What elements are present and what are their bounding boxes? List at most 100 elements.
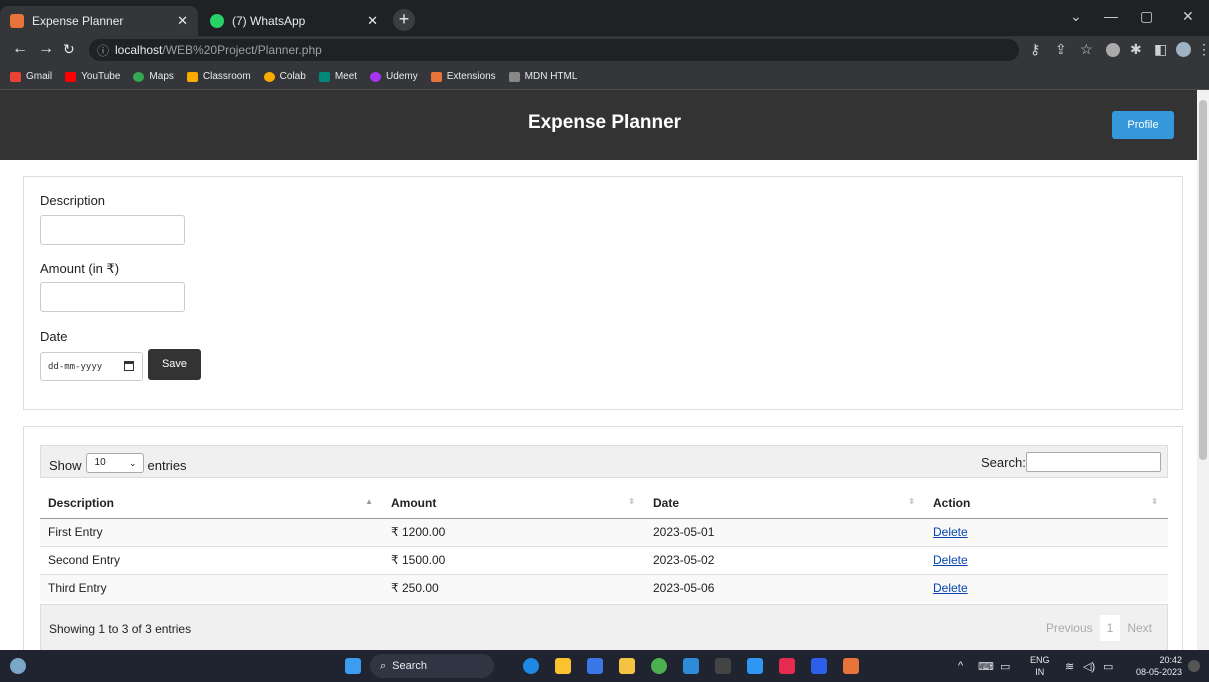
restore-icon[interactable]: ▢ <box>1140 8 1153 25</box>
browser-tab-bar: Expense Planner ✕ (7) WhatsApp ✕ + ⌄ — ▢… <box>0 0 1209 36</box>
keyboard-icon[interactable]: ⌨ <box>978 660 994 673</box>
table-row: First Entry ₹ 1200.00 2023-05-01 Delete <box>40 517 1168 546</box>
sticky-notes-icon[interactable] <box>555 658 571 674</box>
column-header-action[interactable]: Action ⬍ <box>925 488 1168 519</box>
xampp-icon[interactable] <box>843 658 859 674</box>
cell-date: 2023-05-01 <box>645 517 925 546</box>
column-header-description[interactable]: Description ▲ <box>40 488 383 519</box>
puzzle-icon[interactable]: ✱ <box>1130 41 1142 58</box>
udemy-icon <box>370 71 382 82</box>
save-button[interactable]: Save <box>148 349 201 380</box>
pagination: Previous 1 Next <box>1039 615 1159 641</box>
star-icon[interactable]: ☆ <box>1080 41 1093 58</box>
cell-action: Delete <box>925 517 1168 546</box>
sort-icon: ⬍ <box>1151 497 1158 506</box>
store-icon[interactable] <box>587 658 603 674</box>
sort-icon: ⬍ <box>628 497 635 506</box>
close-icon[interactable]: ✕ <box>177 13 188 29</box>
search-input[interactable] <box>1026 452 1161 472</box>
bookmark-meet[interactable]: Meet <box>318 71 357 82</box>
epic-games-icon[interactable] <box>715 658 731 674</box>
bookmark-youtube[interactable]: YouTube <box>65 71 120 82</box>
description-field[interactable] <box>40 215 185 245</box>
chevron-down-icon[interactable]: ⌄ <box>1070 8 1082 25</box>
battery-icon[interactable]: ▭ <box>1103 660 1113 673</box>
bookmark-udemy[interactable]: Udemy <box>370 71 418 82</box>
tab-expense-planner[interactable]: Expense Planner ✕ <box>0 6 198 36</box>
key-icon[interactable]: ⚷ <box>1030 41 1040 58</box>
forward-icon[interactable]: → <box>38 40 54 58</box>
illustrator-icon[interactable] <box>779 658 795 674</box>
date-label: Date <box>40 329 68 344</box>
taskbar-search[interactable]: ⌕ Search <box>370 654 494 678</box>
page-viewport: Expense Planner Profile Description Amou… <box>0 90 1209 650</box>
avatar[interactable] <box>1176 42 1191 57</box>
profile-button[interactable]: Profile <box>1112 111 1174 139</box>
table-row: Second Entry ₹ 1500.00 2023-05-02 Delete <box>40 545 1168 574</box>
chevron-up-icon[interactable]: ^ <box>958 660 963 672</box>
scrollbar[interactable] <box>1197 90 1209 650</box>
file-explorer-icon[interactable] <box>619 658 635 674</box>
amount-field[interactable] <box>40 282 185 312</box>
close-window-icon[interactable]: ✕ <box>1182 8 1194 25</box>
search-icon: ⌕ <box>380 659 387 672</box>
page-1-button[interactable]: 1 <box>1099 615 1121 641</box>
page-title: Expense Planner <box>527 112 682 133</box>
date-field[interactable]: dd-mm-yyyy <box>40 352 143 381</box>
entries-select[interactable]: 10 ⌄ <box>85 453 144 473</box>
minimize-icon[interactable]: — <box>1104 8 1118 24</box>
mail-icon[interactable] <box>683 658 699 674</box>
windows-start-icon[interactable] <box>345 658 361 674</box>
calendar-icon[interactable] <box>124 361 134 371</box>
classroom-icon <box>186 71 198 82</box>
previous-button[interactable]: Previous <box>1039 615 1100 641</box>
extension-icon[interactable] <box>1106 43 1120 57</box>
extensions-icon <box>430 71 442 82</box>
bookmark-colab[interactable]: Colab <box>263 71 306 82</box>
vscode-icon[interactable] <box>747 658 763 674</box>
amount-label: Amount (in ₹) <box>40 261 120 276</box>
chevron-down-icon: ⌄ <box>128 458 137 468</box>
menu-icon[interactable]: ⋮ <box>1197 41 1209 58</box>
notification-icon[interactable] <box>1188 660 1200 672</box>
cell-action: Delete <box>925 573 1168 602</box>
nodejs-icon[interactable] <box>811 658 827 674</box>
cell-date: 2023-05-02 <box>645 545 925 574</box>
delete-link[interactable]: Delete <box>933 525 968 539</box>
next-button[interactable]: Next <box>1120 615 1159 641</box>
volume-icon[interactable]: ◁) <box>1083 660 1095 673</box>
expense-table: Description ▲ Amount ⬍ Date ⬍ Action ⬍ First… <box>40 488 1168 602</box>
url-field[interactable]: ⓘ localhost /WEB%20Project/Planner.php <box>89 39 1019 61</box>
wifi-icon[interactable]: ≋ <box>1065 660 1074 673</box>
maps-icon <box>133 71 145 82</box>
delete-link[interactable]: Delete <box>933 553 968 567</box>
bookmark-classroom[interactable]: Classroom <box>186 71 251 82</box>
back-icon[interactable]: ← <box>12 40 28 58</box>
bookmark-gmail[interactable]: Gmail <box>10 71 52 82</box>
bookmark-mdn[interactable]: MDN HTML <box>508 71 577 82</box>
monitor-icon[interactable]: ▭ <box>1000 660 1010 673</box>
page-header: Expense Planner Profile <box>0 90 1197 160</box>
column-header-date[interactable]: Date ⬍ <box>645 488 925 519</box>
close-icon[interactable]: ✕ <box>367 13 378 29</box>
cell-amount: ₹ 1500.00 <box>383 545 645 574</box>
tab-whatsapp[interactable]: (7) WhatsApp ✕ <box>200 6 388 36</box>
language-indicator[interactable]: ENG IN <box>1030 654 1050 678</box>
share-icon[interactable]: ⇪ <box>1055 41 1067 58</box>
address-bar-row: ← → ↻ ⓘ localhost /WEB%20Project/Planner… <box>0 36 1209 64</box>
sidepanel-icon[interactable]: ◧ <box>1154 41 1167 58</box>
scrollbar-thumb[interactable] <box>1199 100 1207 460</box>
bookmark-extensions[interactable]: Extensions <box>430 71 496 82</box>
column-header-amount[interactable]: Amount ⬍ <box>383 488 645 519</box>
delete-link[interactable]: Delete <box>933 581 968 595</box>
cell-description: First Entry <box>40 517 383 546</box>
bing-icon[interactable] <box>523 658 539 674</box>
chrome-icon[interactable] <box>651 658 667 674</box>
reload-icon[interactable]: ↻ <box>63 41 75 58</box>
widgets-icon[interactable] <box>10 658 26 674</box>
clock[interactable]: 20:42 08-05-2023 <box>1124 654 1182 678</box>
info-icon[interactable]: ⓘ <box>97 42 109 59</box>
bookmark-maps[interactable]: Maps <box>133 71 174 82</box>
new-tab-button[interactable]: + <box>393 9 415 31</box>
cell-action: Delete <box>925 545 1168 574</box>
